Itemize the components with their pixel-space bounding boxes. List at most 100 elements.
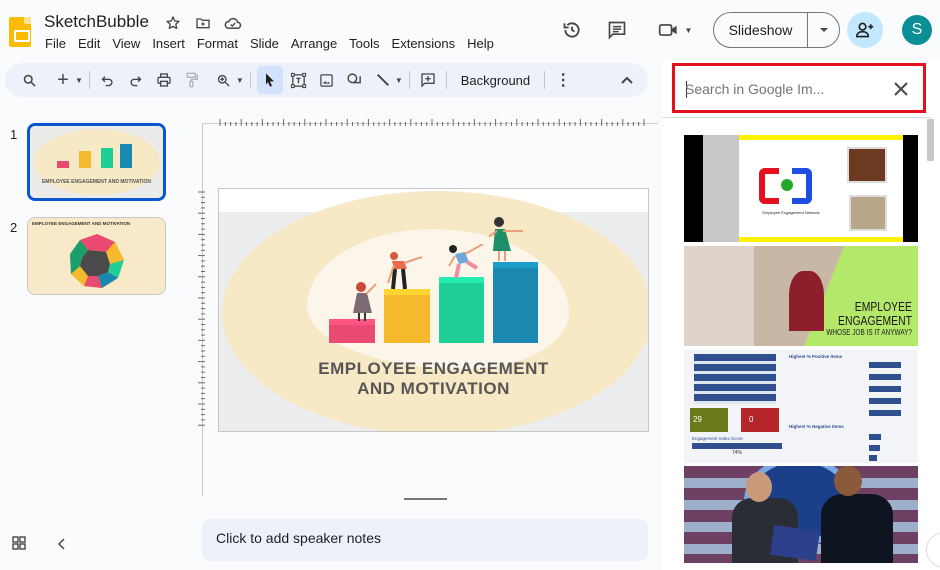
result-stripe — [739, 135, 903, 140]
illustration-person-3 — [448, 244, 484, 279]
menu-tools[interactable]: Tools — [343, 36, 385, 51]
slide-title-line-2: AND MOTIVATION — [357, 379, 510, 398]
result-hbar — [869, 410, 901, 416]
search-menus-button[interactable] — [17, 66, 41, 94]
slides-logo[interactable] — [9, 17, 31, 47]
menu-extensions[interactable]: Extensions — [386, 36, 462, 51]
star-icon[interactable] — [163, 13, 183, 33]
shape-button[interactable] — [343, 66, 367, 94]
results-scrollbar[interactable] — [926, 118, 936, 568]
chevron-down-icon — [819, 28, 828, 32]
slideshow-button[interactable]: Slideshow — [714, 13, 808, 47]
slide-thumbnail-1[interactable]: EMPLOYEE ENGAGEMENT AND MOTIVATION — [27, 123, 166, 201]
meet-button[interactable]: ▼ — [655, 18, 695, 42]
new-slide-button[interactable]: + — [51, 66, 75, 94]
text-box-button[interactable] — [287, 66, 311, 94]
menu-arrange[interactable]: Arrange — [285, 36, 343, 51]
print-icon — [157, 73, 171, 87]
menu-help[interactable]: Help — [461, 36, 500, 51]
background-button[interactable]: Background — [453, 66, 538, 94]
result-photo — [847, 147, 887, 183]
more-options-button[interactable]: ⋮ — [551, 66, 575, 94]
result-caption: Employee Engagement Network — [762, 210, 820, 215]
speaker-notes-field[interactable]: Click to add speaker notes — [202, 519, 648, 561]
panel-divider — [662, 117, 932, 118]
new-slide-dropdown[interactable]: ▼ — [75, 76, 83, 85]
slide-title[interactable]: EMPLOYEE ENGAGEMENT AND MOTIVATION — [219, 359, 648, 399]
result-index-bar — [692, 443, 782, 449]
result-badge-positive: 29 — [690, 408, 728, 432]
meet-dropdown-caret: ▼ — [684, 25, 693, 35]
illustration-person-2 — [387, 252, 423, 290]
title-icons — [163, 13, 243, 33]
result-person-1-head — [746, 472, 772, 502]
line-dropdown[interactable]: ▼ — [395, 76, 403, 85]
menu-insert[interactable]: Insert — [146, 36, 191, 51]
result-index-label: Engagement Index Score — [692, 436, 743, 441]
slide-canvas[interactable]: EMPLOYEE ENGAGEMENT AND MOTIVATION — [218, 188, 649, 432]
image-result-4[interactable] — [684, 466, 918, 563]
result-photo-person — [789, 271, 824, 331]
zoom-dropdown[interactable]: ▼ — [236, 76, 244, 85]
grid-view-button[interactable] — [12, 536, 26, 555]
scrollbar-thumb[interactable] — [927, 119, 934, 161]
thumbnail-bar — [101, 148, 113, 168]
insert-image-button[interactable] — [315, 66, 339, 94]
move-to-folder-icon[interactable] — [193, 13, 213, 33]
slide-number: 1 — [10, 127, 18, 142]
paint-format-button[interactable] — [180, 66, 204, 94]
illustration-person-4 — [489, 217, 523, 261]
slide-title-line-1: EMPLOYEE ENGAGEMENT — [318, 359, 549, 378]
image-search-input[interactable] — [685, 78, 885, 100]
menu-format[interactable]: Format — [191, 36, 244, 51]
menu-slide[interactable]: Slide — [244, 36, 285, 51]
menu-edit[interactable]: Edit — [72, 36, 106, 51]
share-button[interactable] — [847, 12, 883, 48]
result-hbar — [869, 362, 901, 368]
close-search-button[interactable] — [889, 77, 913, 101]
select-tool-button[interactable] — [256, 66, 283, 94]
result-photo — [849, 195, 887, 231]
slideshow-options-dropdown[interactable] — [808, 13, 839, 47]
comments-icon — [608, 21, 626, 40]
zoom-button[interactable] — [212, 66, 236, 94]
account-avatar[interactable]: S — [902, 15, 932, 45]
plus-icon: + — [57, 68, 69, 91]
collapse-filmstrip-button[interactable] — [57, 537, 66, 555]
comments-button[interactable] — [605, 18, 629, 42]
collapse-menus-button[interactable] — [615, 66, 639, 94]
result-stripe — [739, 237, 903, 242]
slide-thumbnail-2[interactable]: EMPLOYEE ENGAGEMENT AND MOTIVATION — [27, 217, 166, 295]
add-person-icon — [855, 22, 874, 38]
close-icon — [894, 82, 908, 96]
document-title[interactable]: SketchBubble — [44, 12, 149, 32]
result-index-value: 74% — [731, 450, 742, 456]
horizontal-ruler[interactable] — [218, 116, 648, 126]
illustration-step-2 — [384, 289, 430, 343]
caption-line: WHOSE JOB IS IT ANYWAY? — [826, 328, 912, 337]
toolbar-divider — [445, 71, 447, 89]
notes-resize-handle[interactable] — [404, 498, 447, 500]
vertical-ruler[interactable] — [195, 190, 205, 430]
more-vert-icon: ⋮ — [555, 72, 572, 89]
grid-view-icon — [12, 536, 26, 550]
add-comment-button[interactable] — [416, 66, 440, 94]
cloud-saved-icon[interactable] — [223, 13, 243, 33]
print-button[interactable] — [152, 66, 176, 94]
menu-file[interactable]: File — [39, 36, 72, 51]
redo-button[interactable] — [124, 66, 148, 94]
result-hbar — [869, 445, 880, 451]
version-history-button[interactable] — [560, 18, 584, 42]
image-search-panel: Employee Engagement Network EMPLOYEE ENG… — [662, 60, 940, 570]
video-camera-icon — [658, 24, 677, 36]
result-hbar — [869, 386, 901, 392]
image-result-2[interactable]: EMPLOYEE ENGAGEMENT WHOSE JOB IS IT ANYW… — [684, 246, 918, 346]
image-result-3[interactable]: 29 0 Engagement Index Score 74% Highest … — [684, 350, 918, 463]
menu-view[interactable]: View — [106, 36, 146, 51]
line-button[interactable] — [371, 66, 395, 94]
image-result-1[interactable]: Employee Engagement Network — [684, 135, 918, 242]
thumbnail-ellipse — [34, 129, 160, 195]
thumbnail-bar — [120, 144, 132, 168]
undo-button[interactable] — [96, 66, 120, 94]
image-icon — [320, 73, 334, 87]
